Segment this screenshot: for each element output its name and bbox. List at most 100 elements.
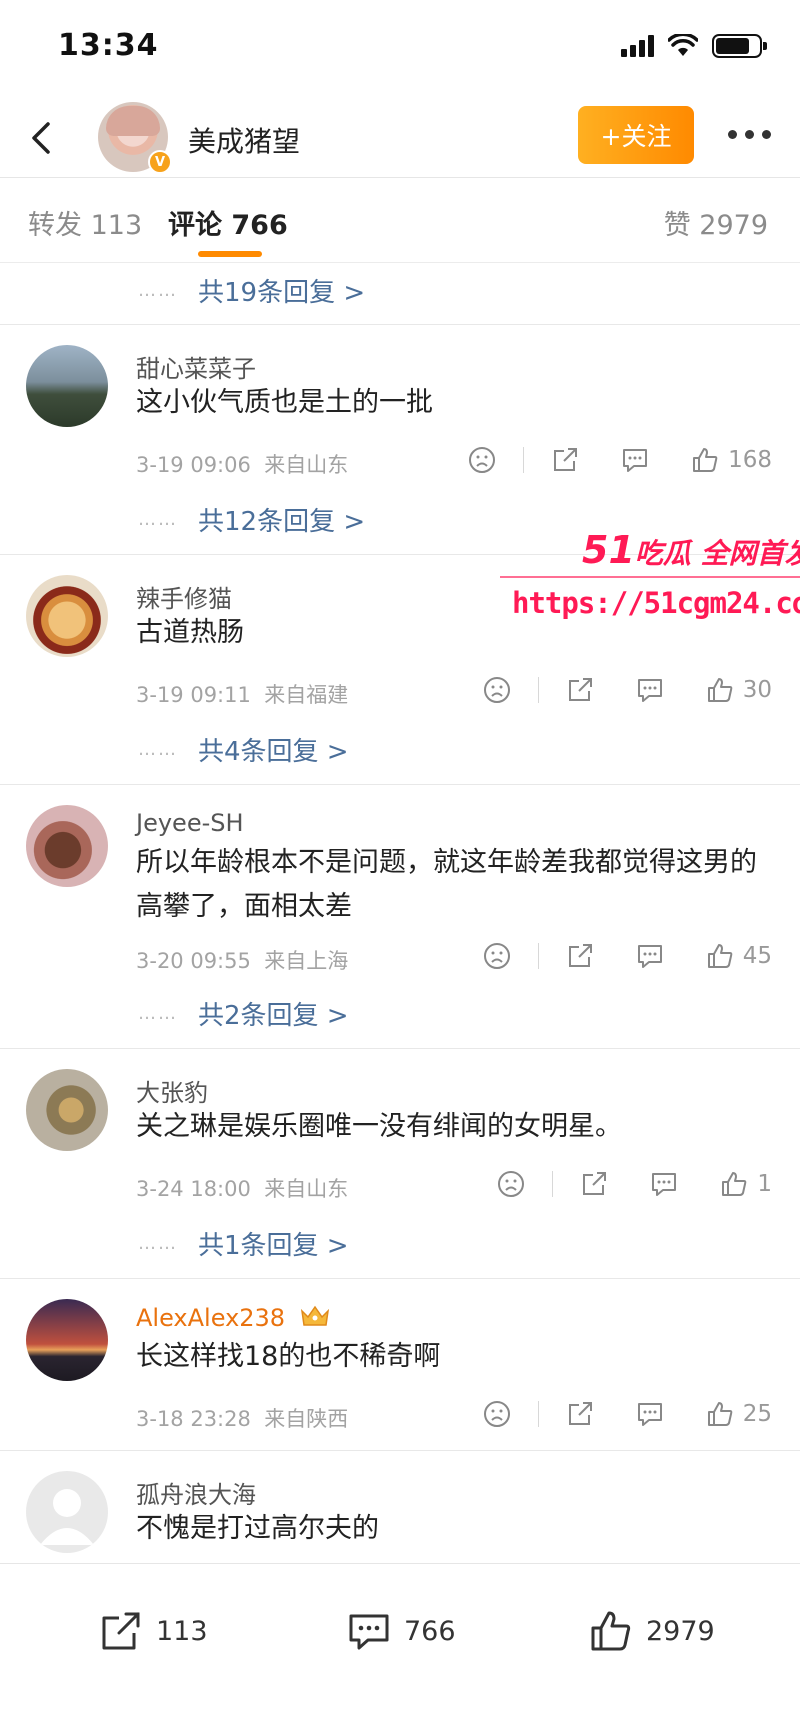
like-count: 25 bbox=[742, 1401, 772, 1427]
comment-text: 所以年龄根本不是问题，就这年龄差我都觉得这男的高攀了，面相太差 bbox=[136, 847, 757, 922]
comment-icon bbox=[349, 1614, 389, 1650]
view-replies-link[interactable]: …… 共4条回复 > bbox=[138, 731, 349, 768]
comment-location: 来自上海 bbox=[264, 949, 349, 973]
back-arrow-icon[interactable] bbox=[22, 118, 62, 158]
share-icon[interactable] bbox=[565, 675, 595, 705]
bottom-action-bar: 113 766 2979 bbox=[0, 1563, 800, 1731]
verified-badge-icon: V bbox=[148, 150, 172, 174]
share-icon[interactable] bbox=[579, 1169, 609, 1199]
commenter-name[interactable]: AlexAlex238 bbox=[136, 1303, 331, 1332]
tab-repost[interactable]: 转发 113 bbox=[28, 203, 142, 242]
watermark-brand: 51吃瓜 全网首发 bbox=[582, 528, 800, 572]
repost-icon bbox=[102, 1612, 140, 1650]
like-icon[interactable] bbox=[705, 675, 735, 705]
dislike-face-icon[interactable] bbox=[467, 445, 497, 475]
comment-item: AlexAlex238 长这样找18的也不稀奇啊 3-18 23:28 来自陕西… bbox=[0, 1278, 800, 1450]
comment-meta: 3-18 23:28 来自陕西 bbox=[136, 1403, 348, 1433]
bottom-like-button[interactable]: 2979 bbox=[588, 1608, 715, 1654]
comment-item: 孤舟浪大海 不愧是打过高尔夫的 bbox=[0, 1450, 800, 1560]
commenter-name[interactable]: Jeyee-SH bbox=[136, 809, 244, 837]
share-icon[interactable] bbox=[550, 445, 580, 475]
watermark: 51吃瓜 全网首发 https://51cgm24.com bbox=[500, 528, 800, 628]
author-name[interactable]: 美成猪望 bbox=[188, 120, 300, 160]
more-options-icon[interactable] bbox=[728, 130, 771, 139]
comment-time: 3-19 09:06 bbox=[136, 453, 251, 477]
comment-meta: 3-19 09:06 来自山东 bbox=[136, 449, 348, 479]
commenter-avatar[interactable] bbox=[26, 1299, 108, 1381]
commenter-name[interactable]: 甜心菜菜子 bbox=[136, 349, 256, 384]
commenter-name[interactable]: 大张豹 bbox=[136, 1073, 208, 1108]
comment-time: 3-24 18:00 bbox=[136, 1177, 251, 1201]
battery-icon bbox=[712, 34, 767, 58]
status-icons bbox=[621, 34, 767, 58]
crown-icon bbox=[300, 1305, 329, 1326]
reply-icon[interactable] bbox=[620, 445, 650, 475]
comment-text: 这小伙气质也是土的一批 bbox=[136, 387, 433, 418]
like-count: 1 bbox=[757, 1171, 772, 1197]
comment-meta: 3-19 09:11 来自福建 bbox=[136, 679, 348, 709]
status-time: 13:34 bbox=[58, 28, 159, 63]
comment-time: 3-19 09:11 bbox=[136, 683, 251, 707]
comment-location: 来自山东 bbox=[264, 1177, 349, 1201]
comment-item: Jeyee-SH 所以年龄根本不是问题，就这年龄差我都觉得这男的高攀了，面相太差… bbox=[0, 784, 800, 1048]
author-avatar[interactable]: V bbox=[98, 102, 172, 174]
tab-bar: 转发 113 评论 766 赞 2979 bbox=[0, 179, 800, 263]
like-icon[interactable] bbox=[705, 941, 735, 971]
view-replies-link[interactable]: …… 共1条回复 > bbox=[138, 1225, 349, 1262]
view-replies-link[interactable]: …… 共19条回复 > bbox=[138, 272, 365, 309]
commenter-avatar[interactable] bbox=[26, 805, 108, 887]
like-icon[interactable] bbox=[690, 445, 720, 475]
comment-time: 3-18 23:28 bbox=[136, 1407, 251, 1431]
wifi-icon bbox=[668, 34, 698, 56]
default-avatar-icon bbox=[40, 1489, 94, 1545]
reply-icon[interactable] bbox=[635, 1399, 665, 1429]
commenter-name[interactable]: 孤舟浪大海 bbox=[136, 1475, 256, 1510]
repost-count: 113 bbox=[156, 1615, 208, 1647]
like-count-total: 2979 bbox=[646, 1615, 715, 1647]
like-count: 30 bbox=[742, 677, 772, 703]
comment-actions: 168 bbox=[467, 445, 772, 475]
commenter-name[interactable]: 辣手修猫 bbox=[136, 579, 232, 614]
share-icon[interactable] bbox=[565, 941, 595, 971]
comment-actions: 30 bbox=[482, 675, 772, 705]
comment-time: 3-20 09:55 bbox=[136, 949, 251, 973]
like-icon[interactable] bbox=[719, 1169, 749, 1199]
like-count: 168 bbox=[728, 447, 772, 473]
dislike-face-icon[interactable] bbox=[496, 1169, 526, 1199]
bottom-repost-button[interactable]: 113 bbox=[98, 1608, 208, 1654]
comment-actions: 25 bbox=[482, 1399, 772, 1429]
comment-location: 来自陕西 bbox=[264, 1407, 349, 1431]
tab-like[interactable]: 赞 2979 bbox=[664, 203, 768, 242]
dislike-face-icon[interactable] bbox=[482, 1399, 512, 1429]
view-replies-link[interactable]: …… 共12条回复 > bbox=[138, 501, 365, 538]
commenter-avatar[interactable] bbox=[26, 575, 108, 657]
comment-text: 不愧是打过高尔夫的 bbox=[136, 1513, 379, 1544]
commenter-avatar[interactable] bbox=[26, 345, 108, 427]
comment-item: 大张豹 关之琳是娱乐圈唯一没有绯闻的女明星。 3-24 18:00 来自山东 1… bbox=[0, 1048, 800, 1278]
like-icon[interactable] bbox=[705, 1399, 735, 1429]
commenter-avatar[interactable] bbox=[26, 1471, 108, 1553]
follow-button[interactable]: +关注 bbox=[578, 106, 694, 164]
like-count: 45 bbox=[742, 943, 772, 969]
comment-actions: 1 bbox=[496, 1169, 772, 1199]
watermark-url: https://51cgm24.com bbox=[512, 586, 800, 620]
bottom-comment-button[interactable]: 766 bbox=[346, 1608, 456, 1654]
share-icon[interactable] bbox=[565, 1399, 595, 1429]
reply-icon[interactable] bbox=[635, 675, 665, 705]
comment-text: 关之琳是娱乐圈唯一没有绯闻的女明星。 bbox=[136, 1111, 622, 1142]
reply-icon[interactable] bbox=[649, 1169, 679, 1199]
view-replies-link[interactable]: …… 共2条回复 > bbox=[138, 995, 349, 1032]
nav-bar: V 美成猪望 +关注 bbox=[0, 100, 800, 178]
comment-meta: 3-20 09:55 来自上海 bbox=[136, 945, 348, 975]
comment-meta: 3-24 18:00 来自山东 bbox=[136, 1173, 348, 1203]
comment-item: 甜心菜菜子 这小伙气质也是土的一批 3-19 09:06 来自山东 168 ……… bbox=[0, 324, 800, 554]
dislike-face-icon[interactable] bbox=[482, 941, 512, 971]
comment-location: 来自福建 bbox=[264, 683, 349, 707]
comment-location: 来自山东 bbox=[264, 453, 349, 477]
tab-comment[interactable]: 评论 766 bbox=[168, 203, 288, 242]
commenter-avatar[interactable] bbox=[26, 1069, 108, 1151]
reply-icon[interactable] bbox=[635, 941, 665, 971]
status-bar: 13:34 bbox=[0, 0, 800, 100]
comment-count: 766 bbox=[404, 1615, 456, 1647]
dislike-face-icon[interactable] bbox=[482, 675, 512, 705]
